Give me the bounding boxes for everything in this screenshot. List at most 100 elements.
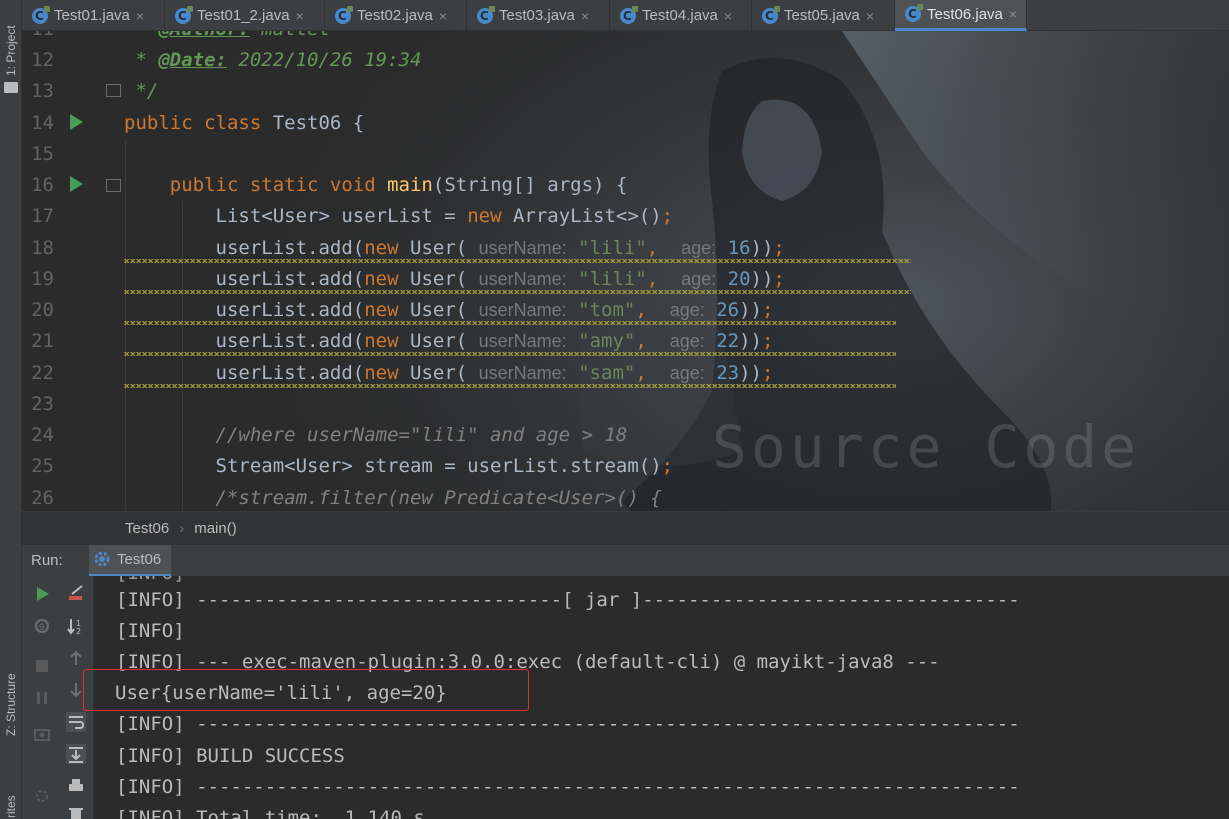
line-number: 21	[31, 330, 54, 352]
java-class-icon	[175, 5, 193, 24]
code-line-19: userList.add(new User( userName: "lili",…	[215, 268, 785, 290]
warning-underline	[124, 384, 896, 388]
code-line-24: //where userName="lili" and age > 18	[215, 424, 628, 446]
console-line: [INFO] ---------------------------------…	[116, 713, 1020, 735]
structure-tool-tab[interactable]: Z: Structure	[0, 640, 22, 740]
svg-text:9: 9	[39, 623, 45, 633]
tab-label: Test02.java	[357, 7, 433, 24]
line-number: 24	[31, 424, 54, 446]
console-line: [INFO]	[116, 620, 185, 642]
sort-icon[interactable]: 12	[66, 616, 86, 636]
run-icon[interactable]	[32, 584, 52, 604]
close-icon[interactable]: ×	[866, 8, 874, 24]
console-line: [INFO] Total time: 1.140 s	[116, 807, 425, 819]
favorites-tool-tab[interactable]: rites	[0, 770, 22, 819]
line-number: 15	[31, 143, 54, 165]
code-line-13: */	[124, 80, 159, 102]
tab-label: Test03.java	[499, 7, 575, 24]
warning-underline	[124, 259, 911, 263]
java-class-icon	[335, 5, 353, 24]
code-line-12: * @Date: 2022/10/26 19:34	[124, 49, 422, 71]
breadcrumb: Test06 › main()	[22, 511, 1229, 544]
run-config-name: Test06	[117, 550, 162, 568]
line-number: 18	[31, 237, 54, 259]
console-line: [INFO] ---------------------------------…	[116, 776, 1020, 798]
code-line-16: public static void main(String[] args) {	[169, 174, 628, 196]
java-class-icon	[762, 5, 780, 24]
tab-label: Test01.java	[54, 7, 130, 24]
tab-label: Test04.java	[642, 7, 718, 24]
tab-label: Test06.java	[927, 5, 1003, 23]
line-number: 11	[22, 31, 54, 40]
warning-underline	[124, 290, 911, 294]
background-watermark-text: Source Code	[712, 413, 1141, 481]
scroll-to-end-icon[interactable]	[66, 744, 86, 764]
tab-test03[interactable]: Test03.java ×	[467, 0, 610, 31]
run-main-icon[interactable]	[70, 176, 83, 192]
code-line-11: @Author: mallel	[124, 31, 330, 40]
close-icon[interactable]: ×	[136, 8, 144, 24]
stop-icon[interactable]	[66, 584, 86, 604]
warning-underline	[124, 321, 896, 325]
java-class-icon	[620, 5, 638, 24]
print-icon[interactable]	[66, 776, 86, 796]
line-number: 20	[31, 299, 54, 321]
close-icon[interactable]: ×	[296, 8, 304, 24]
breadcrumb-method[interactable]: main()	[194, 520, 237, 537]
java-class-icon	[32, 5, 50, 24]
highlight-annotation-box	[83, 669, 529, 711]
fold-icon[interactable]	[106, 179, 121, 192]
console-line: [INFO] --------------------------------[…	[116, 589, 1020, 611]
code-line-26: /*stream.filter(new Predicate<User>() {	[215, 487, 662, 509]
line-number: 17	[31, 205, 54, 227]
tab-test01-2[interactable]: Test01_2.java ×	[165, 0, 325, 31]
left-tool-strip: 1: Project Z: Structure rites	[0, 0, 22, 819]
line-number: 19	[31, 268, 54, 290]
project-tool-tab-label: 1: Project	[4, 25, 18, 76]
editor-tab-bar: Test01.java × Test01_2.java × Test02.jav…	[22, 0, 1229, 31]
tab-label: Test01_2.java	[197, 7, 290, 24]
favorites-tool-tab-label: rites	[4, 795, 18, 818]
close-icon[interactable]: ×	[439, 8, 447, 24]
line-number: 23	[31, 393, 54, 415]
close-icon[interactable]: ×	[581, 8, 589, 24]
gear-icon	[94, 551, 110, 567]
pin-icon[interactable]	[32, 688, 52, 708]
console-line: [INFO] BUILD SUCCESS	[116, 745, 345, 767]
close-icon[interactable]: ×	[724, 8, 732, 24]
run-label: Run:	[31, 552, 63, 569]
run-class-icon[interactable]	[70, 114, 83, 130]
tab-test05[interactable]: Test05.java ×	[752, 0, 895, 31]
run-config-tab[interactable]: Test06	[89, 544, 172, 577]
soft-wrap-icon[interactable]	[66, 712, 86, 732]
java-class-icon	[477, 5, 495, 24]
code-line-22: userList.add(new User( userName: "sam", …	[215, 362, 774, 384]
code-line-25: Stream<User> stream = userList.stream();	[215, 455, 674, 477]
camera-icon[interactable]	[32, 724, 52, 744]
console-line-partial: [INFO] -------	[116, 576, 276, 584]
line-number: 26	[31, 487, 54, 509]
close-icon[interactable]: ×	[1009, 6, 1017, 22]
pause-icon[interactable]	[32, 656, 52, 676]
tab-test02[interactable]: Test02.java ×	[325, 0, 467, 31]
code-editor[interactable]: 11 12 13 14 15 16 17 18 19 20 21 22 23 2…	[22, 31, 1229, 511]
tab-test06[interactable]: Test06.java ×	[895, 0, 1027, 31]
java-class-icon	[905, 4, 923, 22]
folder-icon	[4, 82, 18, 93]
breadcrumb-class[interactable]: Test06	[125, 520, 169, 537]
code-line-21: userList.add(new User( userName: "amy", …	[215, 330, 774, 352]
line-number: 25	[31, 455, 54, 477]
tab-test01[interactable]: Test01.java ×	[22, 0, 165, 31]
delete-icon[interactable]	[66, 806, 86, 819]
line-number: 12	[31, 49, 54, 71]
svg-text:2: 2	[76, 627, 81, 636]
settings-icon[interactable]	[32, 786, 52, 806]
warning-underline	[124, 352, 896, 356]
line-number: 22	[31, 362, 54, 384]
rerun-icon[interactable]: 9	[32, 616, 52, 636]
project-tool-tab[interactable]: 1: Project	[0, 0, 22, 100]
tab-test04[interactable]: Test04.java ×	[610, 0, 752, 31]
structure-tool-tab-label: Z: Structure	[4, 673, 18, 736]
up-arrow-icon[interactable]	[66, 648, 86, 668]
fold-icon[interactable]	[106, 84, 121, 97]
